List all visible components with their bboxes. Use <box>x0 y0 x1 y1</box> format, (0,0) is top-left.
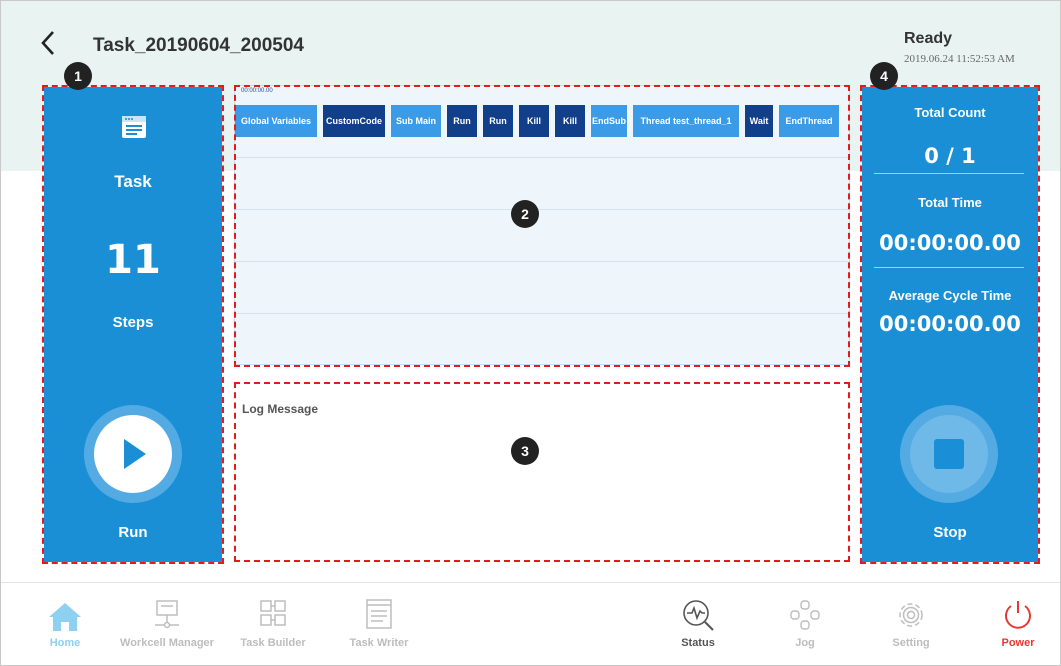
highlight-box-2 <box>234 85 850 367</box>
nav-label: Setting <box>892 637 930 649</box>
status-icon <box>683 600 714 631</box>
power-icon <box>1005 601 1031 629</box>
marker-4: 4 <box>870 62 898 90</box>
status-text: Ready <box>904 30 953 47</box>
nav-label: Jog <box>795 637 815 649</box>
marker-3: 3 <box>511 437 539 465</box>
nav-label: Power <box>1001 637 1035 649</box>
gear-icon <box>899 603 923 627</box>
nav-jog[interactable]: Jog <box>750 595 860 649</box>
nav-label: Task Writer <box>349 637 409 649</box>
nav-power[interactable]: Power <box>963 595 1061 649</box>
nav-task-builder[interactable]: Task Builder <box>218 595 328 649</box>
nav-status[interactable]: Status <box>643 595 753 649</box>
page-title: Task_20190604_200504 <box>93 35 304 56</box>
marker-2: 2 <box>511 200 539 228</box>
nav-label: Home <box>49 637 81 649</box>
nav-divider <box>1 582 1060 583</box>
home-icon <box>49 603 81 631</box>
nav-task-writer[interactable]: Task Writer <box>324 595 434 649</box>
nav-label: Workcell Manager <box>120 637 214 649</box>
task-writer-icon <box>366 599 392 629</box>
datetime-text: 2019.06.24 11:52:53 AM <box>904 53 1015 65</box>
nav-label: Status <box>681 637 715 649</box>
nav-label: Task Builder <box>240 637 306 649</box>
highlight-box-1 <box>42 85 224 564</box>
chevron-left-icon[interactable] <box>40 30 56 62</box>
task-builder-icon <box>260 600 286 626</box>
workcell-icon <box>155 600 179 629</box>
header: Task_20190604_200504 Ready 2019.06.24 11… <box>0 0 1061 85</box>
highlight-box-4 <box>860 85 1040 564</box>
nav-home[interactable]: Home <box>10 595 120 649</box>
highlight-box-3 <box>234 382 850 562</box>
marker-1: 1 <box>64 62 92 90</box>
jog-icon <box>790 600 820 630</box>
nav-setting[interactable]: Setting <box>856 595 966 649</box>
nav-workcell-manager[interactable]: Workcell Manager <box>112 595 222 649</box>
